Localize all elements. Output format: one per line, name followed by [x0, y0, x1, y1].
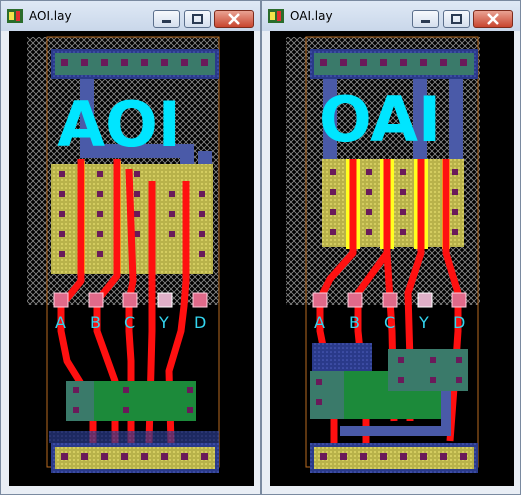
minimize-button[interactable] [153, 10, 180, 28]
pin-pad-y[interactable] [417, 292, 433, 308]
window-aoi: AOI.lay AOI A B C Y D [0, 0, 261, 495]
gnd-rail-diff [314, 447, 474, 469]
pin-pad-c[interactable] [382, 292, 398, 308]
pin-label-c: C [124, 313, 135, 332]
close-icon [487, 13, 499, 25]
pin-pad-d[interactable] [451, 292, 467, 308]
layout-app-icon [268, 9, 284, 23]
pin-pad-d[interactable] [192, 292, 208, 308]
pin-label-b: B [349, 313, 360, 332]
metal1-output [49, 431, 219, 443]
pin-pad-c[interactable] [122, 292, 138, 308]
window-title: AOI.lay [29, 9, 72, 23]
metal1-left [312, 343, 372, 371]
maximize-button[interactable] [443, 10, 470, 28]
pin-pad-y[interactable] [157, 292, 173, 308]
pin-label-c: C [384, 313, 395, 332]
layout-app-icon [7, 9, 23, 23]
pin-pad-b[interactable] [347, 292, 363, 308]
pin-label-b: B [90, 313, 101, 332]
pin-label-a: A [55, 313, 66, 332]
minimize-button[interactable] [412, 10, 439, 28]
maximize-icon [451, 14, 462, 24]
layout-canvas[interactable]: OAI A B C Y D [270, 31, 514, 486]
pin-label-d: D [453, 313, 465, 332]
pin-pad-a[interactable] [312, 292, 328, 308]
maximize-icon [192, 14, 203, 24]
close-icon [228, 13, 240, 25]
close-button[interactable] [214, 10, 254, 28]
layout-canvas[interactable]: AOI A B C Y D [9, 31, 254, 486]
vdd-rail-diff [314, 53, 474, 75]
pin-pad-b[interactable] [88, 292, 104, 308]
cell-name-label: OAI [319, 83, 441, 156]
n-diff-left [66, 381, 94, 421]
pin-label-y: Y [158, 313, 169, 332]
n-diffusion-left [310, 371, 344, 419]
pin-label-d: D [194, 313, 206, 332]
gnd-rail-diff [55, 447, 215, 469]
title-bar[interactable]: AOI.lay [1, 1, 260, 31]
close-button[interactable] [473, 10, 513, 28]
title-bar[interactable]: OAI.lay [262, 1, 520, 31]
layout-drawing: OAI A B C Y D [286, 36, 480, 473]
layout-drawing: AOI A B C Y D [27, 36, 220, 473]
cell-name-label: AOI [57, 88, 181, 161]
window-title: OAI.lay [290, 9, 333, 23]
window-oai: OAI.lay OAI A B C Y D [261, 0, 521, 495]
pin-labels: A B C Y D [314, 313, 465, 332]
pin-pad-a[interactable] [53, 292, 69, 308]
minimize-icon [162, 20, 171, 23]
n-diffusion-right [388, 349, 468, 391]
pin-label-a: A [314, 313, 325, 332]
vdd-rail-diff [55, 53, 215, 75]
pin-label-y: Y [418, 313, 429, 332]
minimize-icon [421, 20, 430, 23]
maximize-button[interactable] [184, 10, 211, 28]
